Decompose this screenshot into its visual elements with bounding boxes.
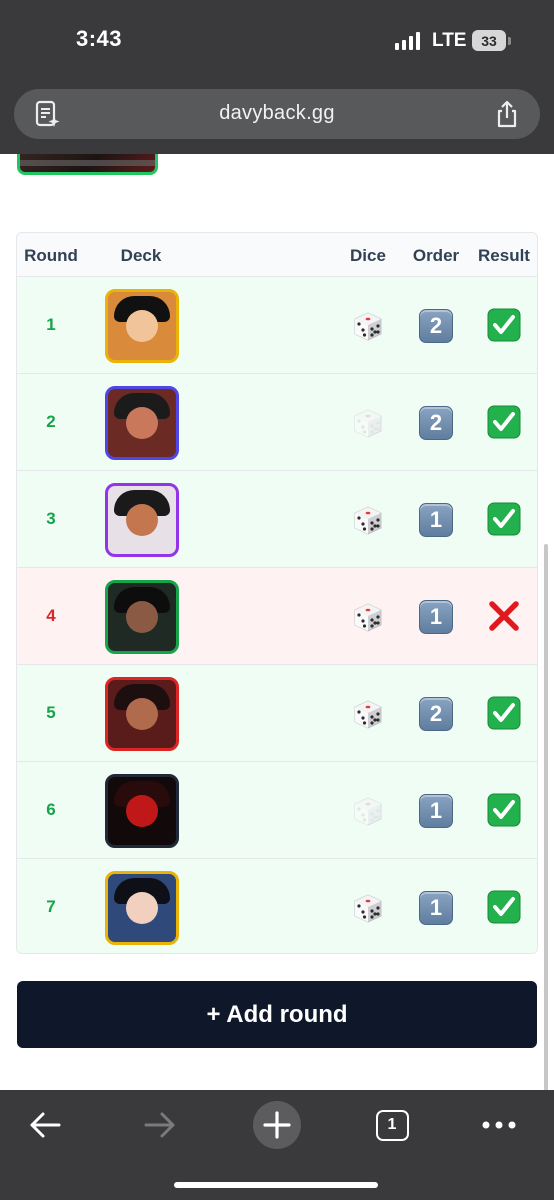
round-number: 7 (46, 897, 56, 916)
check-mark-icon (487, 890, 521, 924)
header-deck: Deck (120, 246, 162, 265)
deck-thumbnail[interactable] (105, 483, 179, 557)
status-time: 3:43 (76, 26, 123, 51)
share-icon[interactable] (492, 99, 522, 129)
network-label: LTE (432, 30, 467, 51)
round-number: 4 (46, 606, 56, 625)
deck-thumbnail[interactable] (105, 289, 179, 363)
order-badge: 1 (419, 891, 453, 925)
tabs-button[interactable]: 1 (367, 1100, 417, 1150)
order-badge: 1 (419, 503, 453, 537)
order-badge: 2 (419, 406, 453, 440)
page-content: Round Deck Dice Order Result 1 2 2 2 3 1… (0, 154, 554, 1090)
order-badge: 2 (419, 697, 453, 731)
dice-icon (354, 312, 382, 341)
order-badge: 1 (419, 600, 453, 634)
round-number: 5 (46, 703, 56, 722)
round-number: 6 (46, 800, 56, 819)
check-mark-icon (487, 696, 521, 730)
scrollbar[interactable] (544, 544, 548, 1090)
table-row[interactable]: 2 2 (17, 374, 537, 471)
order-badge: 2 (419, 309, 453, 343)
new-tab-button[interactable] (252, 1100, 302, 1150)
browser-top-chrome: 3:43 LTE 33 davyback.gg (0, 0, 554, 154)
table-row[interactable]: 7 1 (17, 859, 537, 953)
cross-mark-icon (489, 601, 519, 631)
header-dice: Dice (350, 246, 386, 265)
deck-thumbnail-partial[interactable] (17, 154, 158, 175)
plus-icon (253, 1101, 301, 1149)
dice-icon (354, 506, 382, 535)
signal-icon (395, 32, 420, 50)
round-number: 3 (46, 509, 56, 528)
deck-thumbnail[interactable] (105, 774, 179, 848)
home-indicator (174, 1182, 378, 1188)
tabs-count-icon: 1 (375, 1109, 409, 1141)
table-header: Round Deck Dice Order Result (17, 233, 537, 277)
order-badge: 1 (419, 794, 453, 828)
deck-thumbnail[interactable] (105, 871, 179, 945)
table-row[interactable]: 6 1 (17, 762, 537, 859)
deck-thumbnail[interactable] (105, 386, 179, 460)
round-number: 1 (46, 315, 56, 334)
check-mark-icon (487, 793, 521, 827)
deck-thumbnail[interactable] (105, 677, 179, 751)
dice-icon (354, 603, 382, 632)
dice-icon (354, 409, 382, 438)
back-arrow-icon (30, 1112, 61, 1138)
check-mark-icon (487, 502, 521, 536)
battery-icon: 33 (472, 30, 506, 51)
round-number: 2 (46, 412, 56, 431)
header-result: Result (478, 246, 530, 265)
more-menu-button[interactable] (474, 1100, 524, 1150)
dice-icon (354, 797, 382, 826)
tabs-count: 1 (387, 1116, 397, 1133)
add-round-button[interactable]: + Add round (17, 981, 537, 1048)
forward-arrow-icon (144, 1112, 175, 1138)
header-round: Round (24, 246, 78, 265)
deck-thumbnail[interactable] (105, 580, 179, 654)
table-row[interactable]: 3 1 (17, 471, 537, 568)
table-row[interactable]: 5 2 (17, 665, 537, 762)
forward-button[interactable] (135, 1100, 185, 1150)
rounds-table: Round Deck Dice Order Result 1 2 2 2 3 1… (16, 232, 538, 954)
check-mark-icon (487, 405, 521, 439)
back-button[interactable] (20, 1100, 70, 1150)
more-icon (482, 1121, 516, 1129)
table-row[interactable]: 1 2 (17, 277, 537, 374)
url-text[interactable]: davyback.gg (14, 102, 540, 125)
table-row[interactable]: 4 1 (17, 568, 537, 665)
header-order: Order (412, 246, 460, 265)
dice-icon (354, 894, 382, 923)
check-mark-icon (487, 308, 521, 342)
address-bar[interactable]: davyback.gg (14, 89, 540, 139)
battery-nub (508, 37, 511, 45)
dice-icon (354, 700, 382, 729)
